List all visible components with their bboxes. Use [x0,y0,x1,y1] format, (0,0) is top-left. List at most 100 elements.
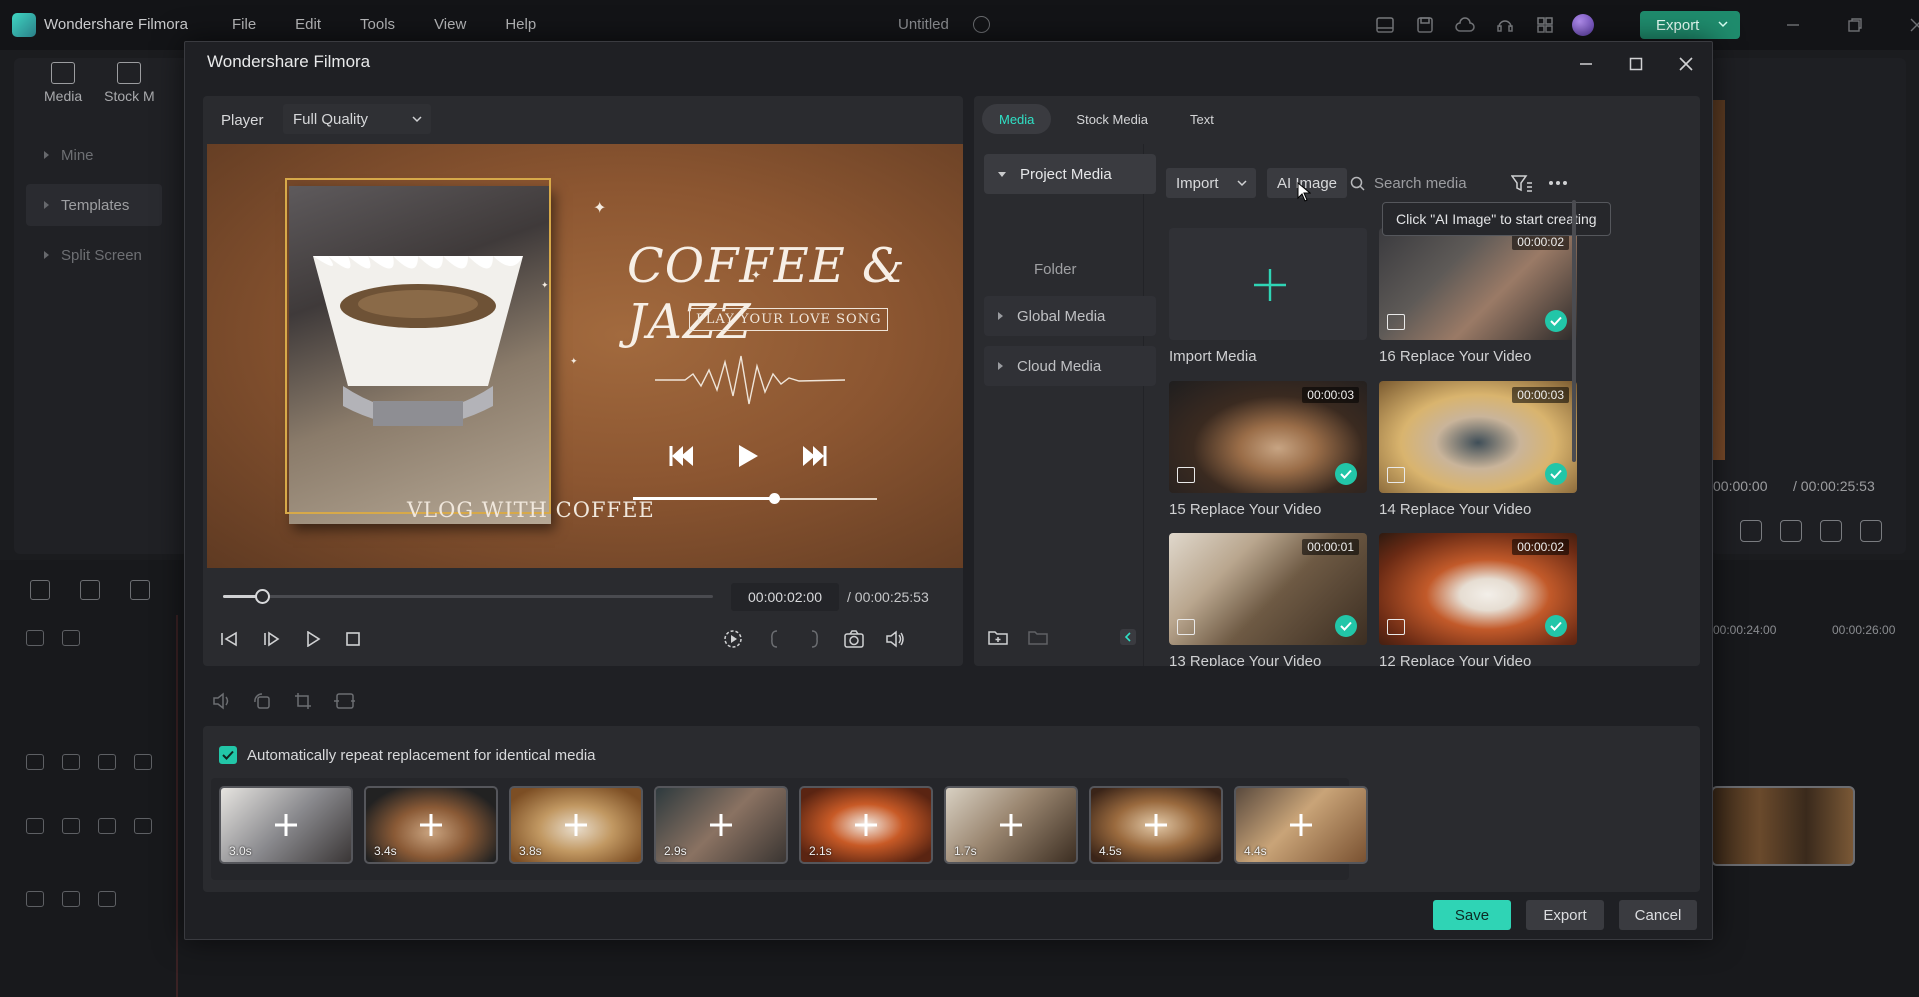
replacement-clip[interactable]: 3.8s [509,786,643,864]
menu-help[interactable]: Help [505,16,536,33]
menu-view[interactable]: View [434,16,466,33]
more-options-icon[interactable] [1548,180,1568,186]
lock-icon[interactable] [62,754,80,770]
mark-out-icon[interactable] [804,628,826,650]
sidebar-item-cloud-media[interactable]: Cloud Media [984,346,1156,386]
volume-icon[interactable] [884,628,906,650]
tab-stock-media[interactable]: Stock Media [1059,104,1165,134]
link-icon[interactable] [62,630,80,646]
audio-icon[interactable] [211,690,233,712]
media-item[interactable]: 00:00:01 13 Replace Your Video [1169,533,1367,666]
collapse-sidebar-icon[interactable] [1117,626,1139,648]
replacement-clip[interactable]: 4.4s [1234,786,1368,864]
import-media-card[interactable]: Import Media [1169,228,1367,365]
media-item[interactable]: 00:00:03 14 Replace Your Video [1379,381,1577,518]
menu-edit[interactable]: Edit [295,16,321,33]
current-time-field[interactable]: 00:00:02:00 [731,583,839,611]
mute-icon[interactable] [98,754,116,770]
clip-duration: 4.5s [1099,844,1122,858]
save-icon[interactable] [1413,13,1437,37]
search-input[interactable] [1374,168,1534,198]
grid-apps-icon[interactable] [1533,13,1557,37]
media-scrollbar[interactable] [1572,200,1576,462]
volume-icon[interactable] [1820,520,1842,542]
app-export-button[interactable]: Export [1640,11,1740,39]
sidebar-item-folder[interactable]: Folder [1034,261,1077,278]
media-item[interactable]: 00:00:02 12 Replace Your Video [1379,533,1577,666]
lock-icon[interactable] [62,818,80,834]
next-frame-icon[interactable] [260,628,282,650]
progress-track[interactable] [223,595,713,598]
crop-icon[interactable] [292,690,314,712]
media-item[interactable]: 00:00:02 16 Replace Your Video [1379,228,1577,365]
new-folder-icon[interactable] [987,626,1009,648]
audio-track-icon [26,891,44,907]
restore-icon[interactable] [1844,14,1866,36]
monitor-icon[interactable] [1740,520,1762,542]
mark-in-icon[interactable] [763,628,785,650]
prev-frame-icon[interactable] [218,628,240,650]
render-preview-icon[interactable] [722,628,744,650]
media-item[interactable]: 00:00:03 15 Replace Your Video [1169,381,1367,518]
camera-icon[interactable] [843,628,865,650]
import-button[interactable]: Import [1166,168,1256,198]
lock-icon[interactable] [62,891,80,907]
left-item-templates[interactable]: Templates [26,184,162,226]
user-avatar[interactable] [1572,14,1594,36]
tab-media[interactable]: Media [982,104,1052,134]
fullscreen-icon[interactable] [1860,520,1882,542]
tab-media[interactable]: Media [44,62,82,104]
select-tool-icon[interactable] [80,580,100,600]
layout-icon[interactable] [1373,13,1397,37]
left-item-mine[interactable]: Mine [26,134,162,176]
timeline-clip[interactable] [1711,786,1855,866]
mute-icon[interactable] [98,818,116,834]
cancel-button[interactable]: Cancel [1619,900,1697,930]
replacement-clip[interactable]: 3.0s [219,786,353,864]
replacement-clip[interactable]: 2.1s [799,786,933,864]
cloud-upload-icon[interactable] [1453,13,1477,37]
replacement-clip[interactable]: 4.5s [1089,786,1223,864]
snapshot-icon[interactable] [1780,520,1802,542]
tab-stock-media[interactable]: Stock M [104,62,155,104]
eye-icon[interactable] [134,818,152,834]
dialog-maximize-icon[interactable] [1624,52,1648,76]
app-preview-current-time: 00:00:00 [1713,478,1768,494]
eye-icon[interactable] [134,754,152,770]
headset-icon[interactable] [1493,13,1517,37]
dialog-close-icon[interactable] [1674,52,1698,76]
rotate-icon[interactable] [251,690,273,712]
timeline-track-video-2 [26,754,152,770]
dialog-minimize-icon[interactable] [1574,52,1598,76]
sidebar-item-global-media[interactable]: Global Media [984,296,1156,336]
quality-dropdown[interactable]: Full Quality [283,104,431,134]
replacement-clip[interactable]: 1.7s [944,786,1078,864]
stop-icon[interactable] [342,628,364,650]
replacement-clip[interactable]: 2.9s [654,786,788,864]
menu-tools[interactable]: Tools [360,16,395,33]
skip-back-icon [669,446,693,466]
sidebar-item-project-media[interactable]: Project Media [984,154,1156,194]
undo-icon[interactable] [130,580,150,600]
delete-folder-icon[interactable] [1027,626,1049,648]
left-item-split-screen[interactable]: Split Screen [26,234,162,276]
auto-repeat-checkbox[interactable] [219,746,237,764]
menu-file[interactable]: File [232,16,256,33]
play-icon[interactable] [302,628,324,650]
video-preview[interactable]: VLOG WITH COFFEE ✦ ✦ ✦ ✦ COFFEE & JAZZ P… [207,144,963,568]
progress-handle[interactable] [255,589,271,604]
tab-text[interactable]: Text [1173,104,1231,134]
fit-icon[interactable] [333,690,355,712]
layout-grid-icon[interactable] [30,580,50,600]
minimize-icon[interactable] [1782,14,1804,36]
total-time: / 00:00:25:53 [847,589,929,605]
replacement-clip[interactable]: 3.4s [364,786,498,864]
close-icon[interactable] [1906,14,1919,36]
save-button[interactable]: Save [1433,900,1511,930]
add-track-icon[interactable] [26,630,44,646]
timeline-playhead[interactable] [176,615,178,997]
filter-icon[interactable] [1511,174,1533,192]
media-duration: 00:00:02 [1512,234,1569,250]
export-button[interactable]: Export [1526,900,1604,930]
mute-icon[interactable] [98,891,116,907]
